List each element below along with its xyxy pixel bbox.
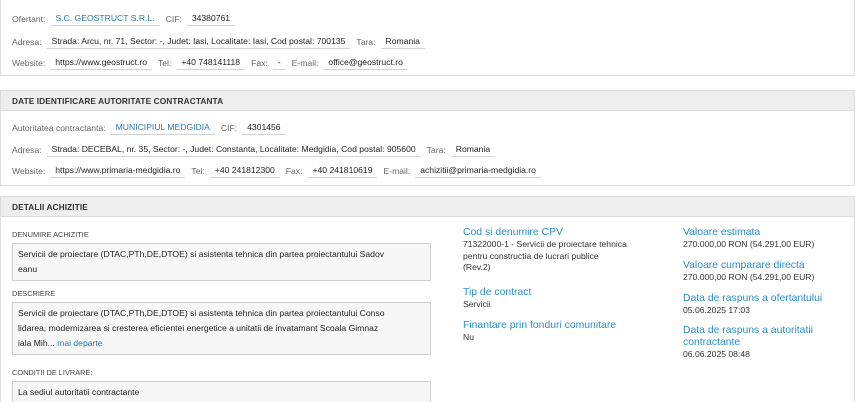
cumparare-title: Valoare cumparare directa (683, 260, 805, 271)
ofertant-country-label: Tara: (356, 37, 376, 47)
cpv-line-3: (Rev.2) (463, 262, 491, 272)
cumparare-block: Valoare cumparare directa 270.000,00 RON… (683, 260, 853, 284)
raspuns-ofertant-title: Data de raspuns a ofertantului (683, 293, 823, 304)
denumire-box: Servicii de proiectare (DTAC,PTh,DE,DTOE… (12, 243, 431, 281)
fonduri-title: Finantare prin fonduri comunitare (463, 320, 617, 331)
autoritate-cif-value: 4301456 (242, 121, 286, 135)
achizitie-panel: DETALII ACHIZITIE DENUMIRE ACHIZITIE Ser… (0, 196, 855, 402)
cumparare-value: 270.000,00 RON (54.291,00 EUR) (683, 272, 815, 282)
raspuns-autoritate-title-2: contractante (683, 337, 741, 348)
conditii-label: CONDITII DE LIVRARE: (12, 368, 93, 377)
autoritate-website-value[interactable]: https://www.primaria-medgidia.ro (50, 164, 186, 178)
autoritate-contact-row: Website: https://www.primaria-medgidia.r… (12, 163, 547, 179)
conditii-field: CONDITII DE LIVRARE: La sediul autoritat… (12, 367, 431, 402)
autoritate-fax-value: +40 241810619 (307, 164, 378, 178)
more-link[interactable]: mai departe (57, 338, 102, 348)
autoritate-label: Autoritatea contractanta: (12, 123, 106, 133)
denumire-line-2: eanu (18, 264, 38, 274)
ofertant-row: Ofertant: S.C. GEOSTRUCT S.R.L. CIF: 343… (12, 11, 241, 27)
autoritate-fax-label: Fax: (285, 166, 303, 176)
denumire-line-1: Servicii de proiectare (DTAC,PTh,DE,DTOE… (18, 249, 385, 259)
valoare-value: 270.000,00 RON (54.291,00 EUR) (683, 239, 815, 249)
autoritate-cif-label: CIF: (220, 123, 238, 133)
ofertant-panel: Ofertant: S.C. GEOSTRUCT S.R.L. CIF: 343… (0, 0, 855, 76)
raspuns-ofertant-block: Data de raspuns a ofertantului 05.06.202… (683, 293, 853, 317)
ofertant-address-row: Adresa: Strada: Arcu, nr. 71, Sector: -,… (12, 34, 431, 50)
ofertant-address-value: Strada: Arcu, nr. 71, Sector: -, Judet: … (46, 35, 351, 49)
conditii-value: La sediul autoritatii contractante (18, 387, 140, 397)
cpv-block: Cod si denumire CPV 71322000-1 - Servici… (463, 227, 663, 274)
ofertant-label: Ofertant: (12, 14, 46, 24)
cpv-title: Cod si denumire CPV (463, 227, 563, 238)
ofertant-address-label: Adresa: (12, 37, 42, 47)
valoare-block: Valoare estimata 270.000,00 RON (54.291,… (683, 227, 853, 251)
ofertant-fax-label: Fax: (251, 58, 268, 68)
descriere-line-1: Servicii de proiectare (DTAC,PTh,DE,DTOE… (18, 308, 385, 318)
ofertant-contact-row: Website: https://www.geostruct.ro Tel: +… (12, 55, 414, 71)
ofertant-website-value[interactable]: https://www.geostruct.ro (50, 56, 152, 70)
autoritate-tel-label: Tel: (191, 166, 205, 176)
ofertant-cif-value: 34380761 (186, 12, 236, 26)
descriere-line-2: lidarea, modernizarea si cresterea efici… (18, 323, 379, 333)
conditii-box: La sediul autoritatii contractante (12, 381, 431, 402)
autoritate-tel-value: +40 241812300 (209, 164, 280, 178)
autoritate-country-label: Tara: (426, 145, 446, 155)
ofertant-email-label: E-mail: (291, 58, 319, 68)
autoritate-country-value: Romania (450, 143, 496, 157)
cpv-line-1: 71322000-1 - Servicii de proiectare tehn… (463, 239, 627, 249)
autoritate-email-value[interactable]: achizitii@primaria-medgidia.ro (415, 164, 541, 178)
ofertant-email-value[interactable]: office@geostruct.ro (323, 56, 408, 70)
autoritate-name-link[interactable]: MUNICIPIUL MEDGIDIA (110, 121, 215, 135)
tip-block: Tip de contract Servicii (463, 287, 663, 311)
fonduri-block: Finantare prin fonduri comunitare Nu (463, 320, 673, 344)
ofertant-name-link[interactable]: S.C. GEOSTRUCT S.R.L. (50, 12, 160, 26)
ofertant-tel-value: +40 748141118 (176, 56, 246, 70)
fonduri-value: Nu (463, 332, 474, 342)
cpv-line-2: pentru constructia de lucrari publice (463, 250, 599, 261)
achizitie-header: DETALII ACHIZITIE (1, 197, 854, 217)
descriere-box: Servicii de proiectare (DTAC,PTh,DE,DTOE… (12, 302, 431, 355)
denumire-field: DENUMIRE ACHIZITIE Servicii de proiectar… (12, 229, 431, 281)
denumire-label: DENUMIRE ACHIZITIE (12, 230, 89, 239)
autoritate-row: Autoritatea contractanta: MUNICIPIUL MED… (12, 120, 292, 136)
autoritate-panel: DATE IDENTIFICARE AUTORITATE CONTRACTANT… (0, 90, 855, 186)
tip-title: Tip de contract (463, 287, 532, 298)
raspuns-autoritate-title-1: Data de raspuns a autoritatii (683, 325, 813, 336)
descriere-field: DESCRIERE Servicii de proiectare (DTAC,P… (12, 288, 431, 355)
ofertant-tel-label: Tel: (157, 58, 172, 68)
tip-value: Servicii (463, 299, 491, 309)
raspuns-autoritate-block: Data de raspuns a autoritatii contractan… (683, 325, 853, 361)
ofertant-fax-value: - (272, 56, 286, 70)
ofertant-country-value: Romania (380, 35, 425, 49)
autoritate-email-label: E-mail: (383, 166, 411, 176)
autoritate-header: DATE IDENTIFICARE AUTORITATE CONTRACTANT… (1, 91, 854, 111)
autoritate-address-label: Adresa: (12, 145, 42, 155)
descriere-label: DESCRIERE (12, 289, 56, 298)
descriere-line-3-text: iala Mih... (18, 338, 55, 348)
autoritate-website-label: Website: (12, 166, 46, 176)
descriere-line-3: iala Mih... mai departe (18, 336, 425, 351)
raspuns-autoritate-value: 06.06.2025 08:48 (683, 349, 750, 359)
ofertant-website-label: Website: (12, 58, 46, 68)
autoritate-address-row: Adresa: Strada: DECEBAL, nr. 35, Sector:… (12, 142, 501, 158)
valoare-title: Valoare estimata (683, 227, 761, 238)
autoritate-address-value: Strada: DECEBAL, nr. 35, Sector: -, Jude… (46, 143, 421, 157)
raspuns-ofertant-value: 05.06.2025 17:03 (683, 305, 750, 315)
ofertant-cif-label: CIF: (165, 14, 182, 24)
